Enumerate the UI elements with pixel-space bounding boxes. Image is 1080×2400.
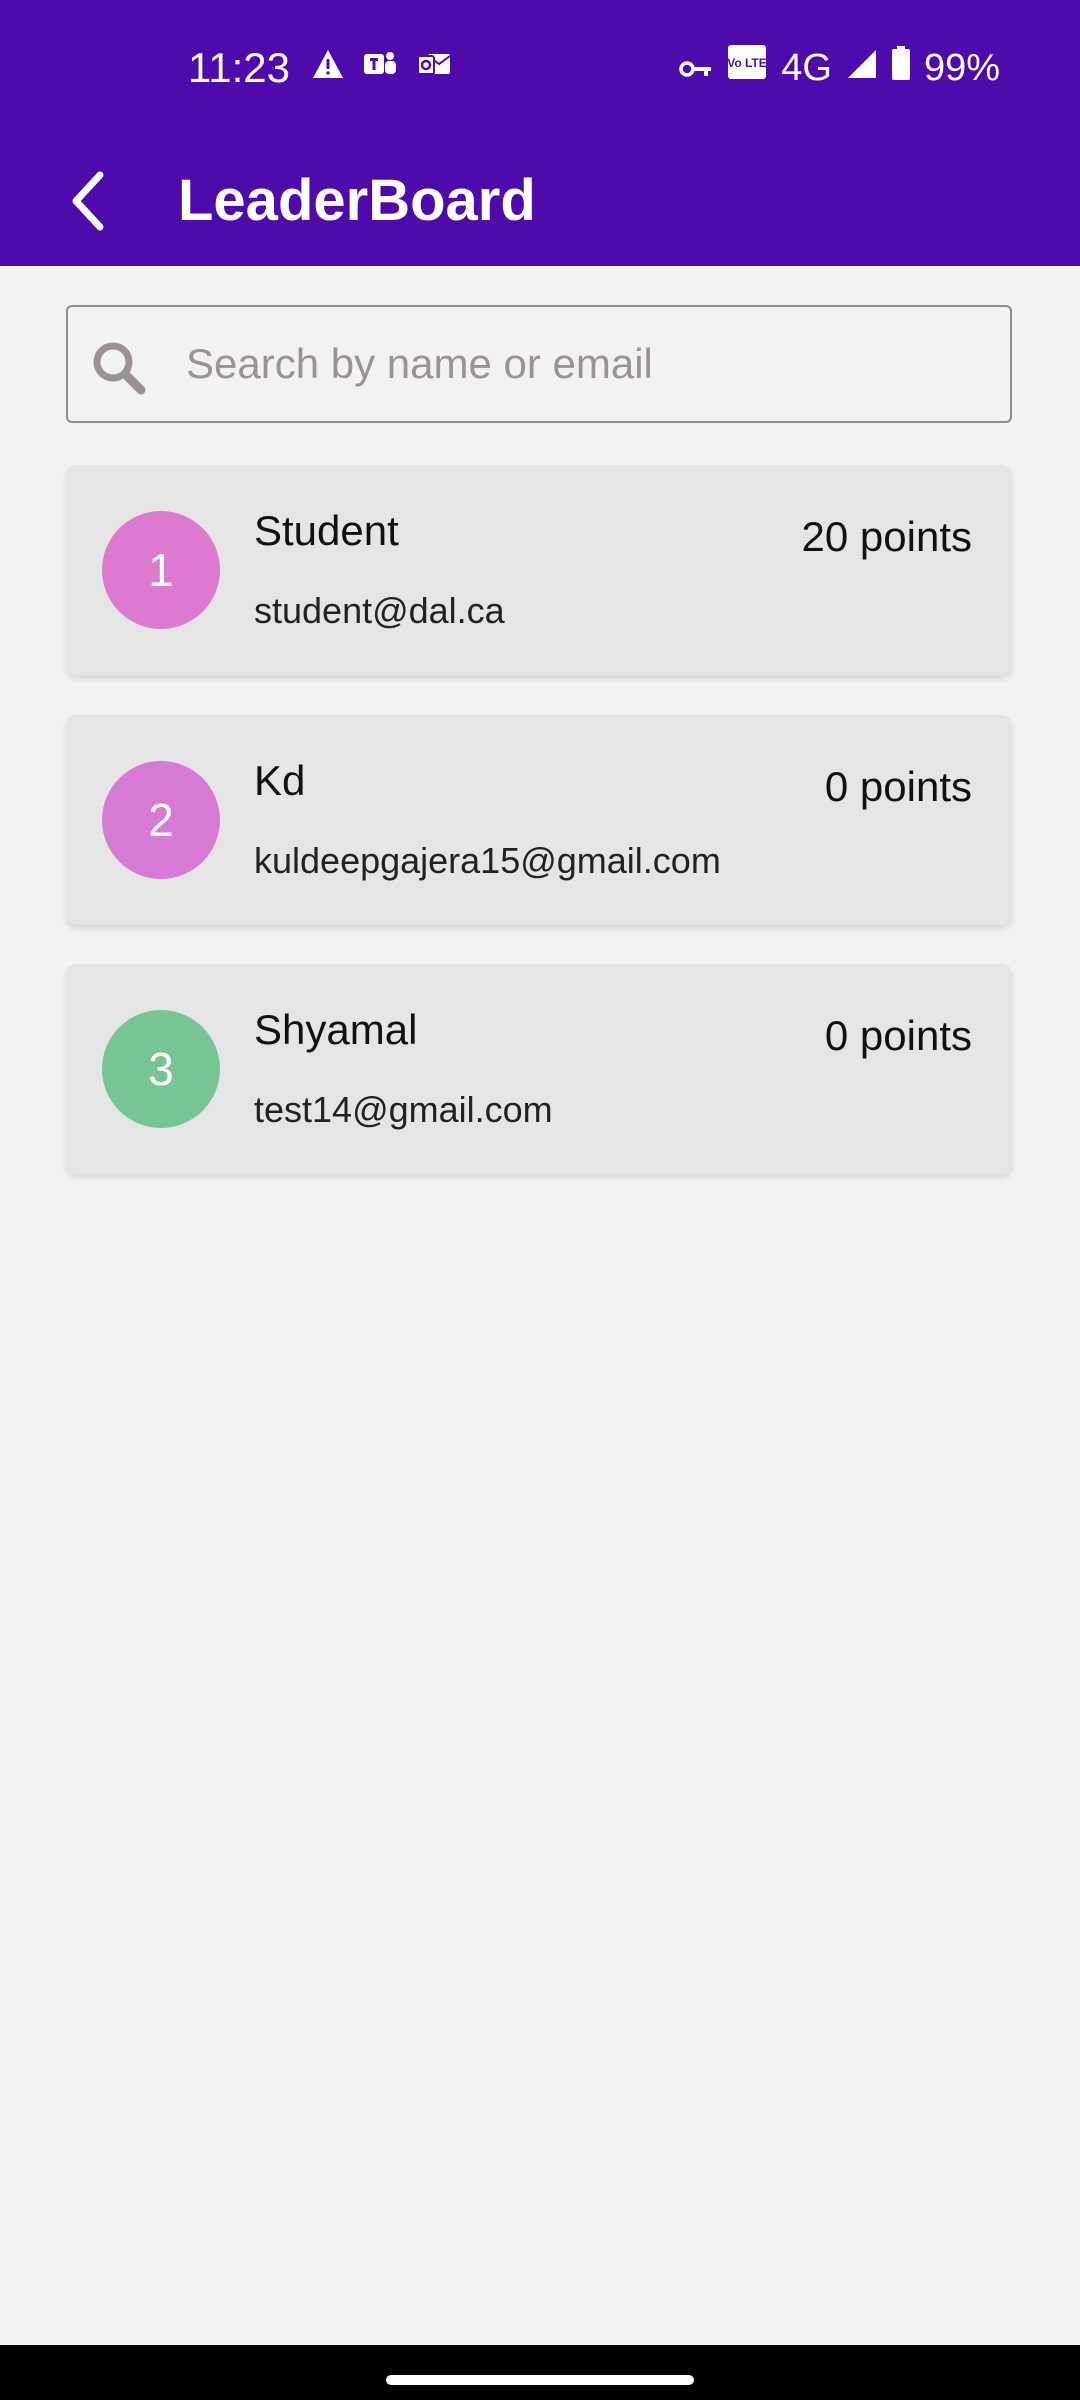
volte-icon: Vo LTE (727, 44, 767, 92)
back-button[interactable] (52, 165, 124, 237)
teams-icon (362, 48, 398, 85)
page-title: LeaderBoard (178, 168, 536, 233)
leaderboard-card[interactable]: 1 Student student@dal.ca 20 points (66, 465, 1012, 675)
search-input[interactable] (186, 329, 986, 399)
status-bar: 11:23 Vo LTE 4G 99% (0, 0, 1080, 135)
back-arrow-icon (72, 171, 104, 231)
player-name: Student (254, 507, 399, 554)
vpn-key-icon (679, 44, 713, 92)
network-type: 4G (781, 47, 832, 89)
battery-percent: 99% (923, 47, 1000, 89)
rank-avatar: 3 (102, 1010, 220, 1128)
search-icon (93, 342, 146, 395)
app-bar: LeaderBoard (0, 135, 1080, 266)
player-points: 0 points (824, 1012, 972, 1059)
player-points: 20 points (801, 513, 972, 560)
player-name: Shyamal (254, 1006, 418, 1053)
rank-avatar: 1 (102, 511, 220, 629)
notification-icons (312, 48, 452, 85)
rank-avatar: 2 (102, 761, 220, 879)
leaderboard-card[interactable]: 3 Shyamal test14@gmail.com 0 points (66, 964, 1012, 1174)
battery-icon (891, 44, 910, 92)
status-time: 11:23 (188, 44, 290, 91)
system-icons: Vo LTE 4G 99% (679, 44, 1000, 92)
leaderboard-card[interactable]: 2 Kd kuldeepgajera15@gmail.com 0 points (66, 715, 1012, 925)
search-box[interactable] (66, 305, 1012, 423)
player-email: student@dal.ca (254, 590, 505, 631)
player-email: kuldeepgajera15@gmail.com (254, 840, 721, 881)
alert-icon (312, 49, 344, 84)
player-name: Kd (254, 757, 306, 804)
home-gesture-handle[interactable] (386, 2375, 694, 2385)
signal-icon (846, 44, 878, 92)
outlook-icon (416, 48, 452, 85)
volte-label: Vo LTE (727, 56, 767, 70)
player-email: test14@gmail.com (254, 1089, 553, 1130)
navigation-bar (0, 2345, 1080, 2400)
player-points: 0 points (824, 763, 972, 810)
